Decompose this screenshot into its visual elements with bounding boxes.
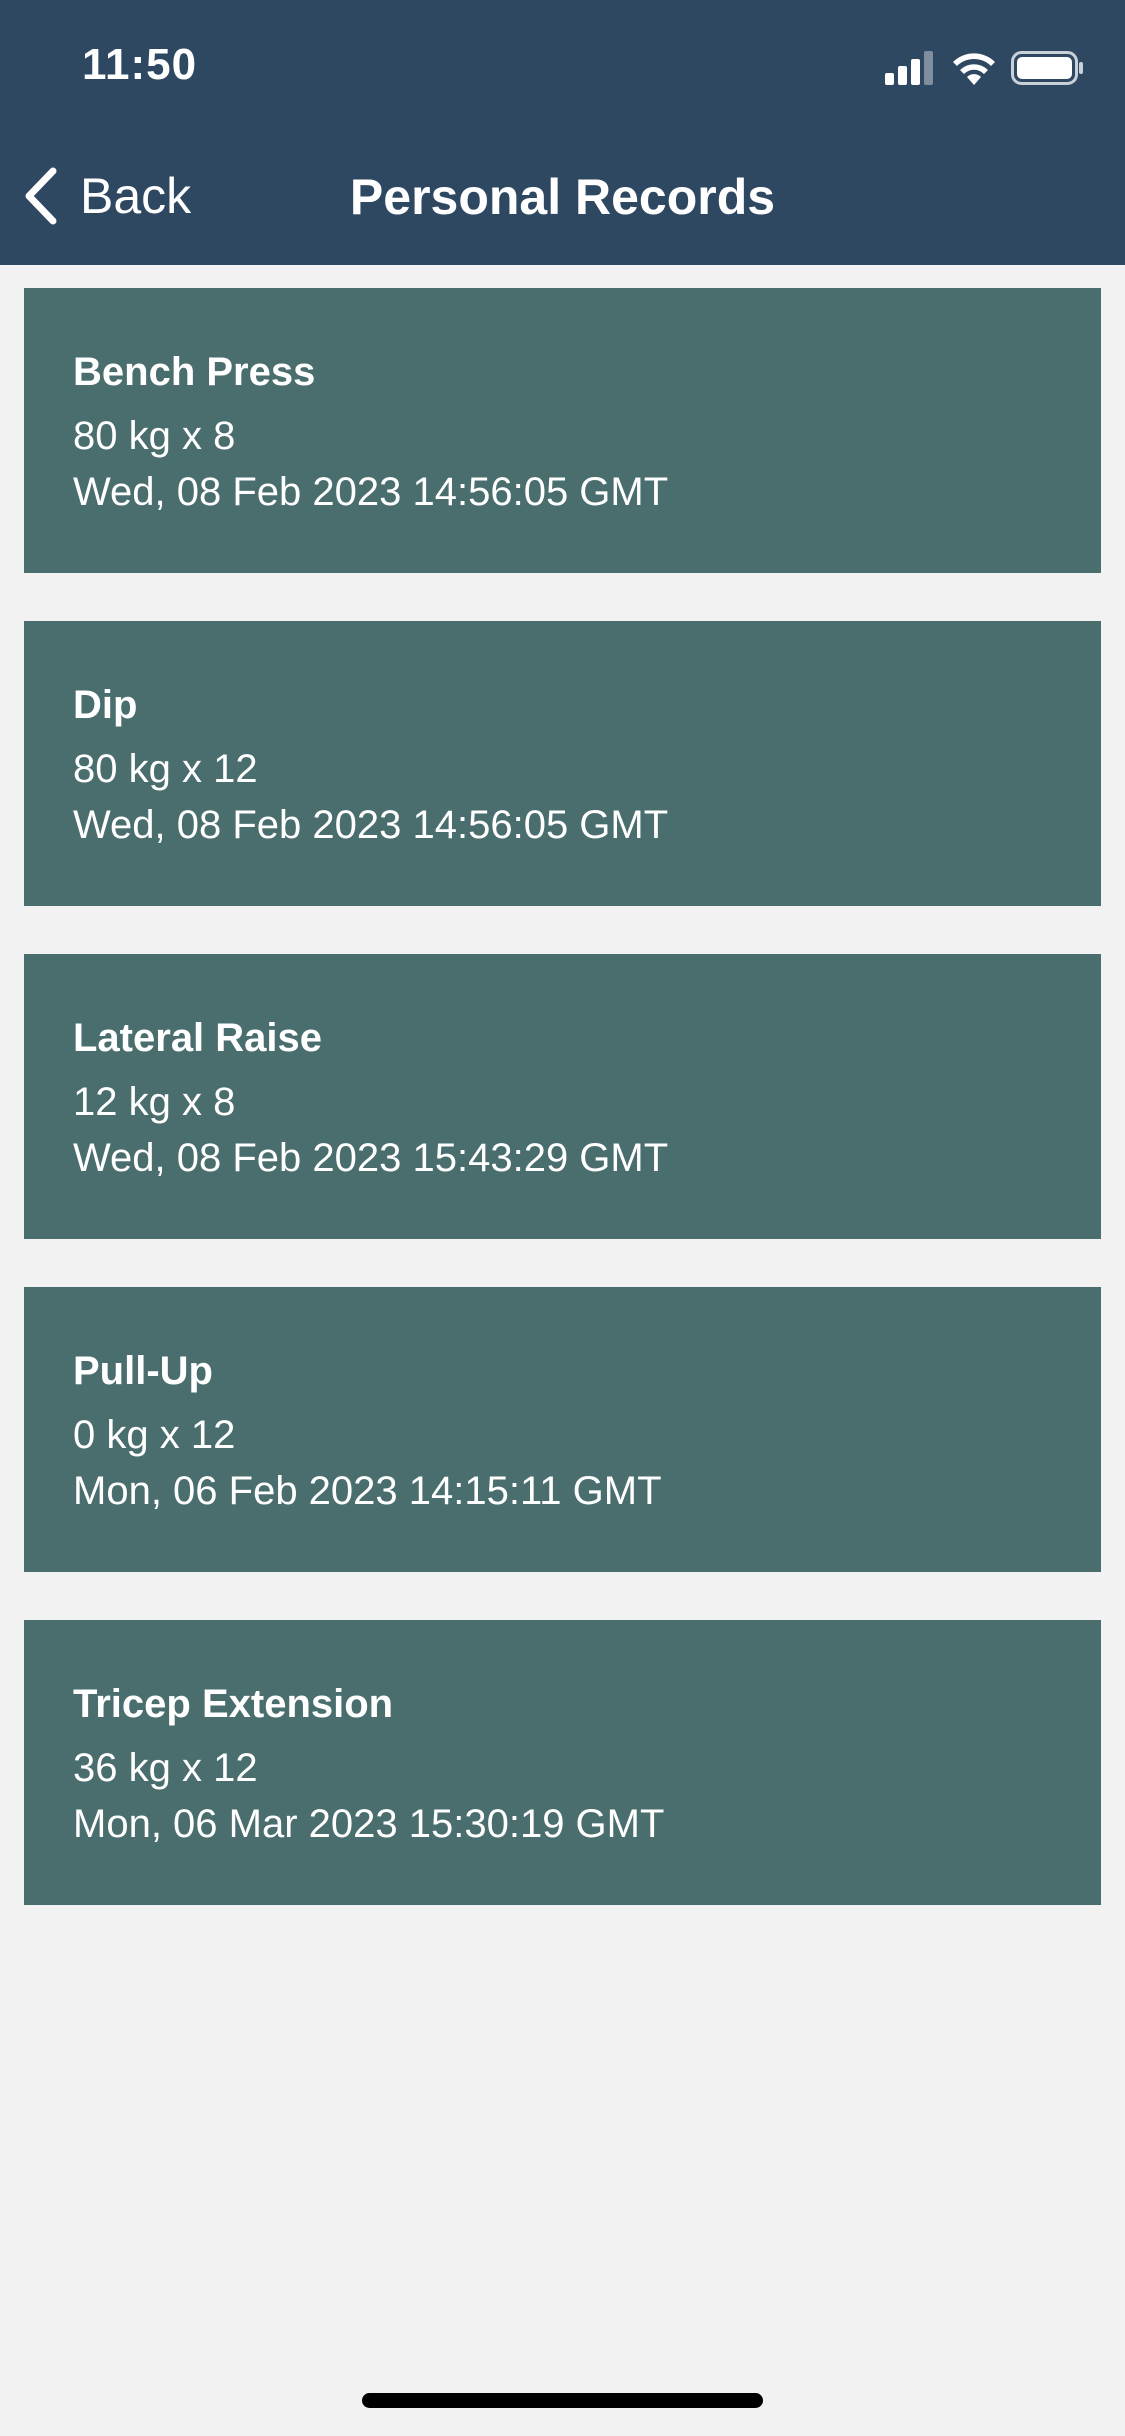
record-date: Wed, 08 Feb 2023 14:56:05 GMT [73, 803, 669, 847]
record-date: Wed, 08 Feb 2023 14:56:05 GMT [73, 470, 669, 514]
record-card-bench-press[interactable]: Bench Press 80 kg x 8 Wed, 08 Feb 2023 1… [24, 288, 1101, 573]
status-bar-time: 11:50 [82, 40, 198, 89]
record-date: Mon, 06 Mar 2023 15:30:19 GMT [73, 1802, 665, 1846]
record-date: Mon, 06 Feb 2023 14:15:11 GMT [73, 1469, 662, 1513]
wifi-icon [951, 51, 997, 90]
battery-icon [1011, 50, 1085, 90]
page-title: Personal Records [349, 169, 776, 225]
record-card-pull-up[interactable]: Pull-Up 0 kg x 12 Mon, 06 Feb 2023 14:15… [24, 1287, 1101, 1572]
record-weight-reps: 0 kg x 12 [73, 1413, 236, 1457]
record-weight-reps: 80 kg x 8 [73, 414, 236, 458]
record-card-dip[interactable]: Dip 80 kg x 12 Wed, 08 Feb 2023 14:56:05… [24, 621, 1101, 906]
record-exercise-name: Tricep Extension [73, 1682, 394, 1726]
record-weight-reps: 12 kg x 8 [73, 1080, 236, 1124]
record-weight-reps: 36 kg x 12 [73, 1746, 258, 1790]
navigation-header: 11:50 Back Personal Records [0, 0, 1125, 265]
status-bar-icons [885, 50, 1085, 90]
record-date: Wed, 08 Feb 2023 15:43:29 GMT [73, 1136, 669, 1180]
record-exercise-name: Bench Press [73, 350, 316, 394]
record-card-lateral-raise[interactable]: Lateral Raise 12 kg x 8 Wed, 08 Feb 2023… [24, 954, 1101, 1239]
record-weight-reps: 80 kg x 12 [73, 747, 258, 791]
home-indicator[interactable] [362, 2393, 763, 2408]
record-exercise-name: Lateral Raise [73, 1016, 323, 1060]
cellular-signal-icon [885, 50, 937, 90]
record-exercise-name: Pull-Up [73, 1349, 213, 1393]
record-exercise-name: Dip [73, 683, 138, 727]
personal-records-list: Bench Press 80 kg x 8 Wed, 08 Feb 2023 1… [24, 288, 1101, 1953]
record-card-tricep-extension[interactable]: Tricep Extension 36 kg x 12 Mon, 06 Mar … [24, 1620, 1101, 1905]
